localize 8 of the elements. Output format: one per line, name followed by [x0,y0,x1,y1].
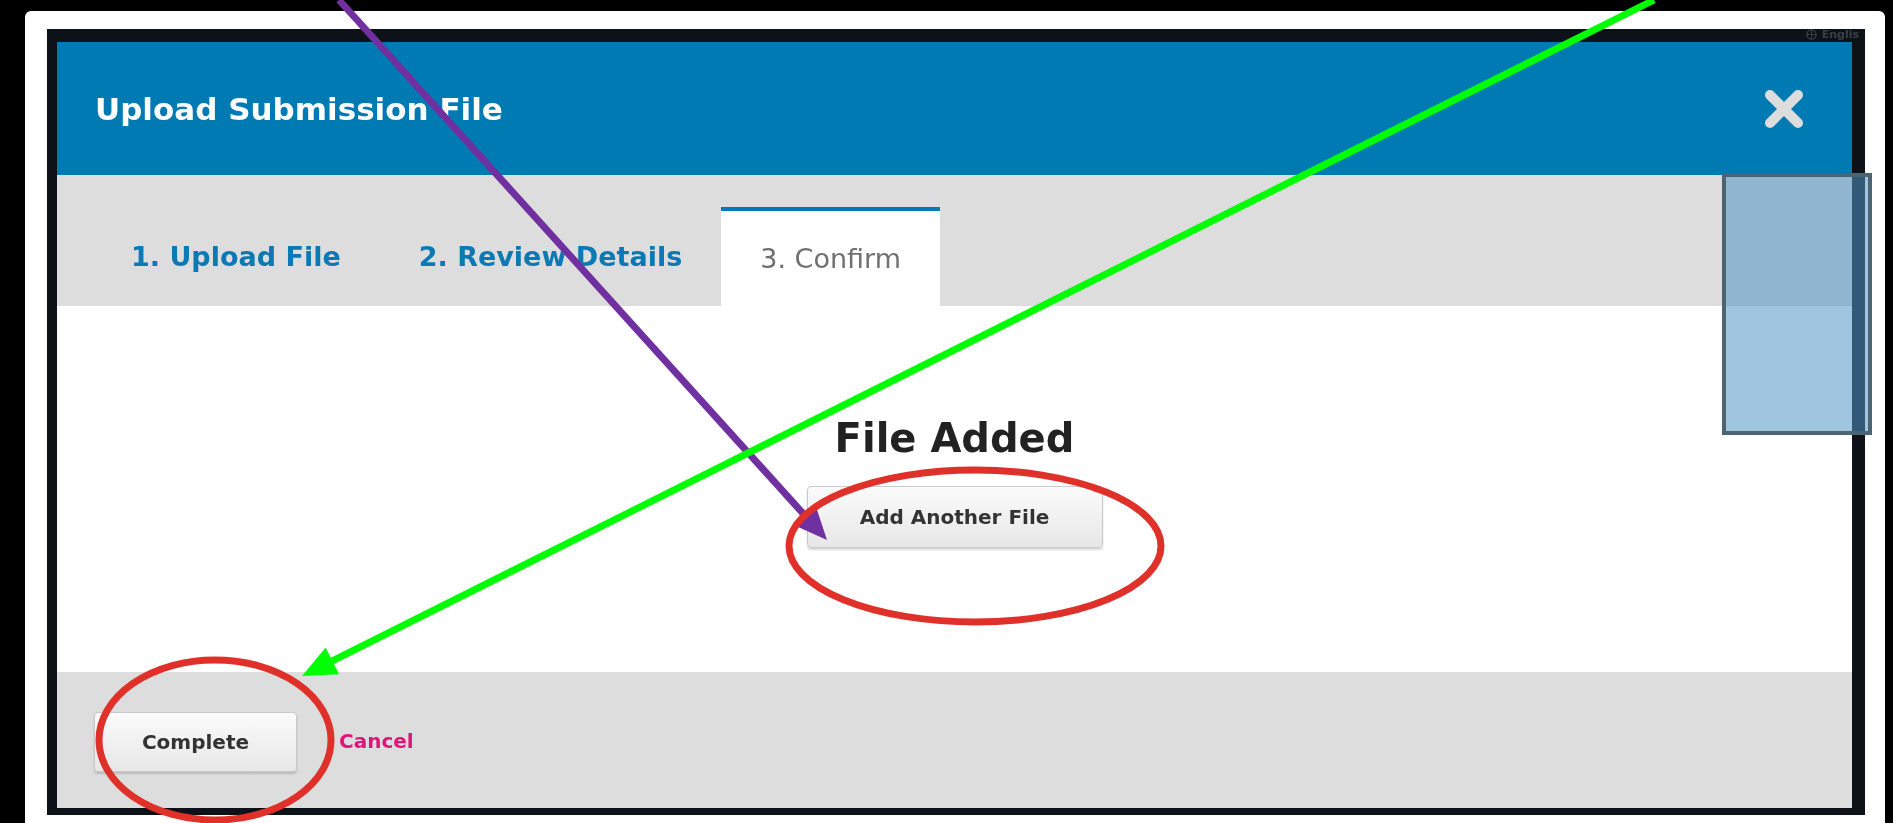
globe-icon [1805,29,1817,40]
wizard-tab[interactable]: 1. Upload File [92,207,380,306]
add-another-file-button[interactable]: Add Another File [806,486,1103,548]
wizard-tab[interactable]: 2. Review Details [379,207,722,306]
status-heading: File Added [834,414,1075,463]
complete-button[interactable]: Complete [94,712,297,772]
cancel-link[interactable]: Cancel [339,729,414,753]
wizard-tab[interactable]: 3. Confirm [721,207,940,306]
